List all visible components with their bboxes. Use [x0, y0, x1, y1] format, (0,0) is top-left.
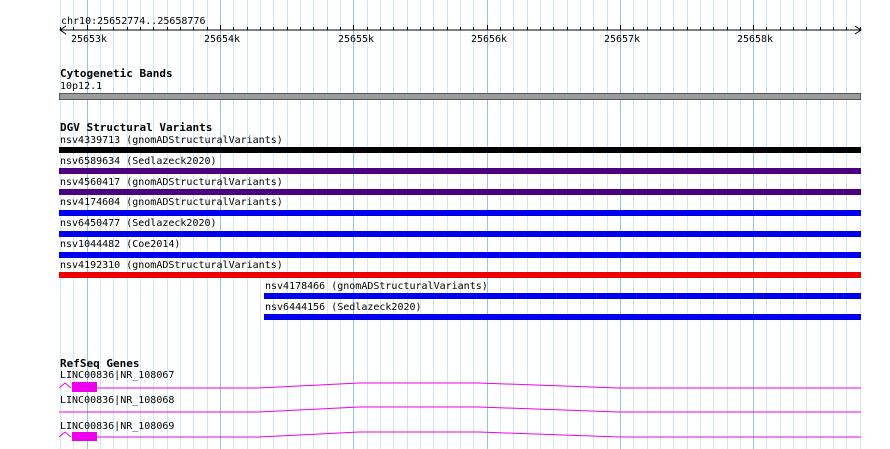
ruler-tick-label: 25655k: [337, 34, 375, 45]
variant-label: nsv4178466 (gnomADStructuralVariants): [265, 281, 488, 292]
variant-bar[interactable]: [59, 210, 861, 216]
variant-bar[interactable]: [59, 189, 861, 195]
variant-label: nsv6450477 (Sedlazeck2020): [60, 218, 217, 229]
variant-bar[interactable]: [59, 168, 861, 174]
variant-label: nsv4560417 (gnomADStructuralVariants): [60, 177, 283, 188]
variant-label: nsv1044482 (Coe2014): [60, 239, 181, 250]
variant-bar[interactable]: [59, 272, 861, 278]
variant-label: nsv6444156 (Sedlazeck2020): [265, 302, 422, 313]
variant-label: nsv4192310 (gnomADStructuralVariants): [60, 260, 283, 271]
ruler-tick-label: 25654k: [203, 34, 241, 45]
variant-label: nsv4174604 (gnomADStructuralVariants): [60, 197, 283, 208]
variant-bar[interactable]: [264, 293, 861, 299]
cytoband-label: 10p12.1: [60, 81, 103, 92]
transcript-model[interactable]: [59, 404, 861, 422]
variant-bar[interactable]: [264, 314, 861, 320]
cytoband-bar[interactable]: [59, 93, 861, 100]
variant-bar[interactable]: [59, 231, 861, 237]
ruler-tick-label: 25658k: [736, 34, 774, 45]
ruler-tick-label: 25656k: [470, 34, 508, 45]
variant-bar[interactable]: [59, 147, 861, 153]
refseq-track-title: RefSeq Genes: [60, 357, 140, 370]
transcript-model[interactable]: [59, 429, 861, 447]
variant-bar[interactable]: [59, 252, 861, 258]
ruler-tick-label: 25653k: [70, 34, 108, 45]
dgv-track-title: DGV Structural Variants: [60, 121, 213, 134]
coordinate-ruler[interactable]: chr10:25652774..25658776 25653k 25654k 2…: [0, 0, 890, 50]
variant-label: nsv6589634 (Sedlazeck2020): [60, 156, 217, 167]
cytoband-track-title: Cytogenetic Bands: [60, 67, 173, 80]
transcript-model[interactable]: [59, 380, 861, 398]
variant-label: nsv4339713 (gnomADStructuralVariants): [60, 135, 283, 146]
ruler-tick-label: 25657k: [603, 34, 641, 45]
